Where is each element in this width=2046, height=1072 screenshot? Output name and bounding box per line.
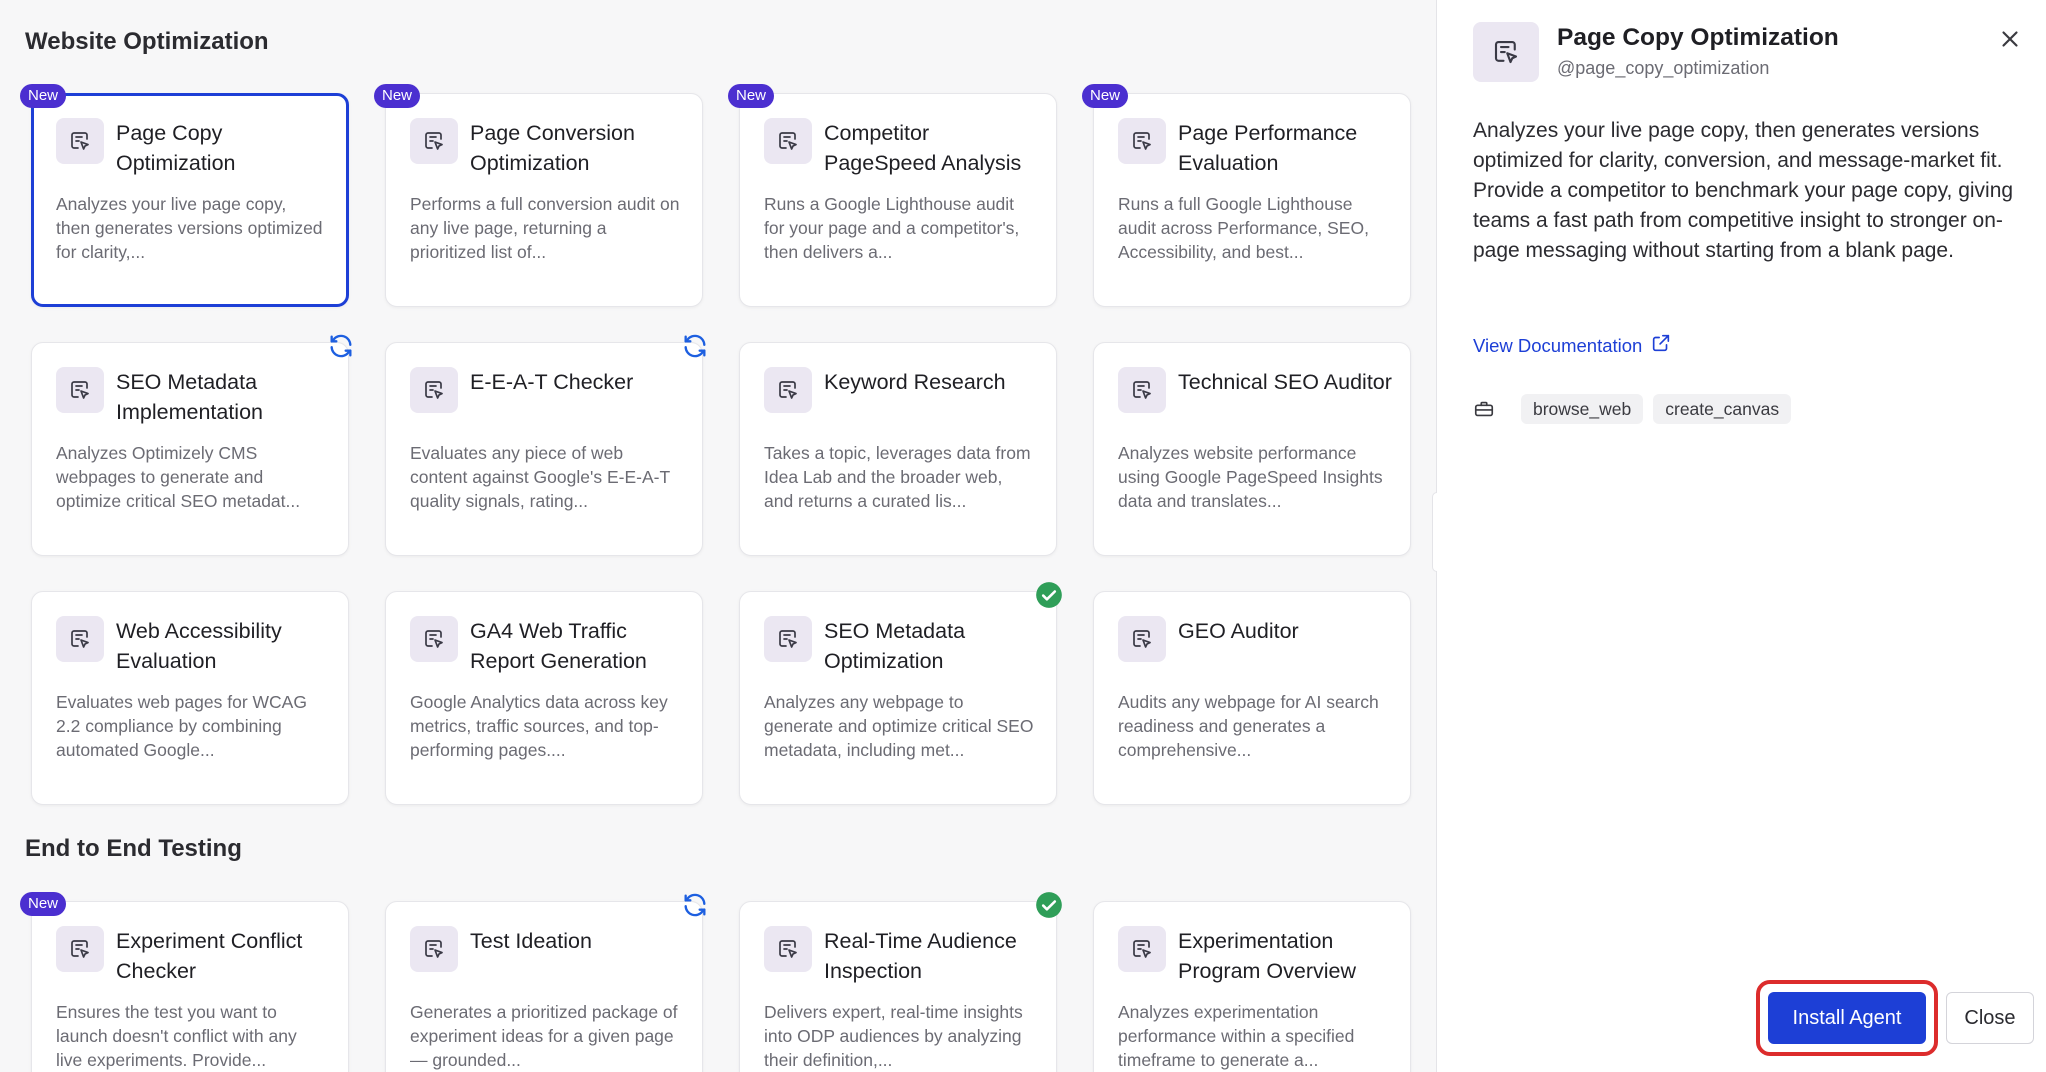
agent-card-title: Page Performance Evaluation <box>1178 121 1358 175</box>
agent-card-description: Generates a prioritized package of exper… <box>410 1002 678 1070</box>
agent-card-description: Runs a Google Lighthouse audit for your … <box>764 194 1020 262</box>
agent-card-title: Web Accessibility Evaluation <box>116 619 282 673</box>
agent-card[interactable]: SEO Metadata Optimization Analyzes any we… <box>739 591 1057 805</box>
agent-icon <box>410 118 458 164</box>
agent-icon <box>56 926 104 972</box>
agent-card-description: Performs a full conversion audit on any … <box>410 194 680 262</box>
agent-card-description: Takes a topic, leverages data from Idea … <box>764 443 1031 511</box>
section-title: Website Optimization <box>25 28 269 55</box>
view-documentation-link[interactable]: View Documentation <box>1473 332 1672 359</box>
agent-description: Analyzes your live page copy, then gener… <box>1473 119 2014 262</box>
installed-icon <box>1035 581 1063 609</box>
agent-card[interactable]: Real-Time Audience Inspection Delivers ex… <box>739 901 1057 1072</box>
agent-card-title: Experimentation Program Overview <box>1178 929 1357 983</box>
agent-card-description: Evaluates any piece of web content again… <box>410 443 670 511</box>
agent-icon <box>1473 22 1539 82</box>
agent-card[interactable]: SEO Metadata Implementation Analyzes Opti… <box>31 342 349 556</box>
agent-card-description: Google Analytics data across key metrics… <box>410 692 668 760</box>
agent-card-title: E-E-A-T Checker <box>470 370 634 394</box>
close-button[interactable]: Close <box>1946 992 2034 1044</box>
install-agent-button[interactable]: Install Agent <box>1768 992 1926 1044</box>
agent-icon <box>410 926 458 972</box>
new-badge: New <box>20 84 67 108</box>
agent-card-description: Delivers expert, real-time insights into… <box>764 1002 1023 1070</box>
update-icon <box>681 891 709 919</box>
agent-icon <box>764 118 812 164</box>
agent-icon <box>1118 118 1166 164</box>
tool-tag-browse-web: browse_web <box>1521 394 1644 424</box>
installed-icon <box>1035 891 1063 919</box>
tool-tag-create-canvas: create_canvas <box>1653 394 1792 424</box>
agent-card-title: Competitor PageSpeed Analysis <box>824 121 1022 175</box>
agent-icon <box>1118 616 1166 662</box>
agent-card-title: Page Copy Optimization <box>116 121 236 175</box>
agent-card-description: Analyzes any webpage to generate and opt… <box>764 692 1034 760</box>
agent-card-description: Runs a full Google Lighthouse audit acro… <box>1118 194 1369 262</box>
new-badge: New <box>1082 84 1129 108</box>
agent-card-title: Keyword Research <box>824 370 1006 394</box>
agent-tools: browse_web create_canvas <box>1473 394 1792 424</box>
view-documentation-label: View Documentation <box>1473 334 1643 356</box>
new-badge: New <box>20 892 67 916</box>
agent-icon <box>764 616 812 662</box>
new-badge: New <box>374 84 421 108</box>
section-title: End to End Testing <box>25 835 242 862</box>
agent-icon <box>1118 367 1166 413</box>
agent-card-description: Analyzes your live page copy, then gener… <box>56 194 323 262</box>
agent-icon <box>1118 926 1166 972</box>
agent-card-title: GA4 Web Traffic Report Generation <box>470 619 647 673</box>
update-icon <box>681 332 709 360</box>
agent-card-description: Analyzes Optimizely CMS webpages to gene… <box>56 443 301 511</box>
agent-card-title: GEO Auditor <box>1178 619 1299 643</box>
agent-card[interactable]: GA4 Web Traffic Report Generation Google … <box>385 591 703 805</box>
agent-card-title: SEO Metadata Optimization <box>824 619 966 673</box>
agent-icon <box>56 118 104 164</box>
agent-card-title: Real-Time Audience Inspection <box>824 929 1017 983</box>
agent-handle: @page_copy_optimization <box>1557 58 1770 78</box>
agent-card-title: SEO Metadata Implementation <box>116 370 263 424</box>
agent-card[interactable]: Experimentation Program Overview Analyzes… <box>1093 901 1411 1072</box>
external-link-icon <box>1650 332 1672 359</box>
agent-card[interactable]: E-E-A-T Checker Evaluates any piece of we… <box>385 342 703 556</box>
agent-card[interactable]: GEO Auditor Audits any webpage for AI sea… <box>1093 591 1411 805</box>
panel-title: Page Copy Optimization <box>1557 24 1839 51</box>
agent-card-description: Analyzes website performance using Googl… <box>1118 443 1383 511</box>
agent-card[interactable]: Technical SEO Auditor Analyzes website pe… <box>1093 342 1411 556</box>
new-badge: New <box>728 84 775 108</box>
agent-icon <box>56 616 104 662</box>
agent-card-description: Evaluates web pages for WCAG 2.2 complia… <box>56 692 307 760</box>
agent-icon <box>410 367 458 413</box>
agent-card[interactable]: Experiment Conflict Checker Ensures the t… <box>31 901 349 1072</box>
agent-card[interactable]: Test Ideation Generates a prioritized pac… <box>385 901 703 1072</box>
agent-card-title: Experiment Conflict Checker <box>116 929 303 983</box>
agent-card-description: Ensures the test you want to launch does… <box>56 1002 297 1070</box>
agent-icon <box>764 926 812 972</box>
agent-card-title: Test Ideation <box>470 929 592 953</box>
toolbox-icon <box>1473 397 1497 421</box>
agent-card[interactable]: Page Copy Optimization Analyzes your live… <box>31 93 349 307</box>
update-icon <box>327 332 355 360</box>
agent-card[interactable]: Web Accessibility Evaluation Evaluates we… <box>31 591 349 805</box>
agent-icon <box>56 367 104 413</box>
agent-card[interactable]: Keyword Research Takes a topic, leverages… <box>739 342 1057 556</box>
agent-card[interactable]: Page Conversion Optimization Performs a f… <box>385 93 703 307</box>
agent-card-description: Analyzes experimentation performance wit… <box>1118 1002 1355 1070</box>
agent-card-title: Technical SEO Auditor <box>1178 370 1392 394</box>
agent-icon <box>764 367 812 413</box>
agent-gallery: Website Optimization Page Copy Optimizati… <box>0 0 1436 1072</box>
agent-detail-panel: Page Copy Optimization @page_copy_optimi… <box>1437 0 2046 1072</box>
close-icon[interactable] <box>1997 26 2023 52</box>
agent-card[interactable]: Page Performance Evaluation Runs a full G… <box>1093 93 1411 307</box>
agent-card-title: Page Conversion Optimization <box>470 121 635 175</box>
agent-icon <box>410 616 458 662</box>
agent-card-description: Audits any webpage for AI search readine… <box>1118 692 1379 760</box>
agent-card[interactable]: Competitor PageSpeed Analysis Runs a Goog… <box>739 93 1057 307</box>
